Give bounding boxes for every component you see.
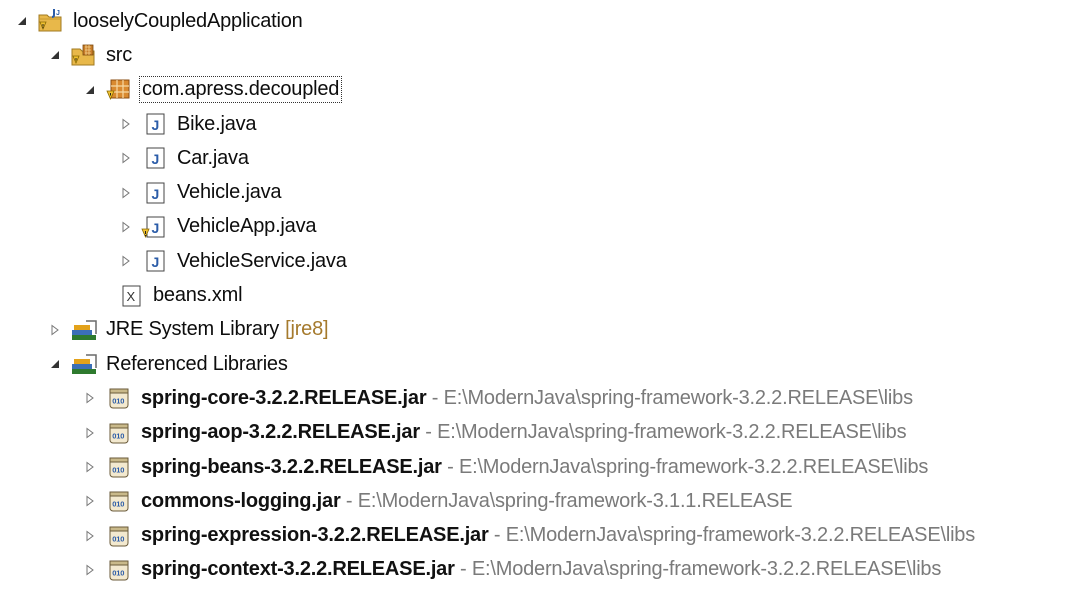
svg-text:010: 010: [112, 568, 124, 577]
jar-path: E:\ModernJava\spring-framework-3.2.2.REL…: [505, 524, 976, 547]
java-file-warning-icon: J: [141, 214, 169, 240]
file-label: Vehicle.java: [177, 181, 282, 204]
tree-item-project[interactable]: J looselyCoupledApplication: [0, 4, 1074, 38]
svg-text:010: 010: [112, 397, 124, 406]
tree-item-jar[interactable]: 010 spring-expression-3.2.2.RELEASE.jar …: [0, 518, 1074, 552]
jar-name: spring-context-3.2.2.RELEASE.jar: [141, 558, 455, 581]
source-folder-icon: [70, 42, 98, 68]
expand-arrow-icon[interactable]: [82, 390, 98, 406]
collapse-arrow-icon[interactable]: [82, 82, 98, 98]
file-label: Bike.java: [177, 112, 257, 135]
jre-label: JRE System Library: [106, 318, 280, 341]
tree-item-java-file[interactable]: J Vehicle.java: [0, 175, 1074, 209]
project-label: looselyCoupledApplication: [73, 9, 303, 32]
expand-arrow-icon[interactable]: [82, 459, 98, 475]
expand-arrow-icon[interactable]: [118, 219, 134, 235]
collapse-arrow-icon[interactable]: [47, 356, 63, 372]
file-label: VehicleService.java: [177, 249, 347, 272]
expand-arrow-icon[interactable]: [82, 493, 98, 509]
java-file-icon: J: [141, 248, 169, 274]
tree-item-jar[interactable]: 010 spring-aop-3.2.2.RELEASE.jar - E:\Mo…: [0, 416, 1074, 450]
java-file-icon: J: [141, 111, 169, 137]
jar-name: commons-logging.jar: [141, 489, 341, 512]
tree-item-jre-library[interactable]: JRE System Library [jre8]: [0, 313, 1074, 347]
tree-item-jar[interactable]: 010 spring-context-3.2.2.RELEASE.jar - E…: [0, 553, 1074, 587]
tree-item-java-file[interactable]: J Bike.java: [0, 107, 1074, 141]
jar-separator: -: [454, 558, 472, 581]
collapse-arrow-icon[interactable]: [14, 13, 30, 29]
java-file-icon: J: [141, 145, 169, 171]
expand-arrow-icon[interactable]: [118, 253, 134, 269]
tree-item-xml-file[interactable]: X beans.xml: [0, 278, 1074, 312]
jar-icon: 010: [105, 488, 133, 514]
referenced-libraries-label: Referenced Libraries: [106, 352, 288, 375]
jar-name: spring-aop-3.2.2.RELEASE.jar: [141, 421, 420, 444]
svg-text:J: J: [152, 151, 160, 167]
library-icon: [70, 317, 98, 343]
java-file-icon: J: [141, 180, 169, 206]
svg-text:J: J: [152, 220, 160, 236]
jar-name: spring-expression-3.2.2.RELEASE.jar: [141, 524, 489, 547]
expand-arrow-icon[interactable]: [118, 150, 134, 166]
jar-icon: 010: [105, 523, 133, 549]
jar-separator: -: [441, 455, 459, 478]
expand-arrow-icon[interactable]: [82, 528, 98, 544]
expand-arrow-icon[interactable]: [82, 425, 98, 441]
jar-separator: -: [340, 489, 358, 512]
jar-path: E:\ModernJava\spring-framework-3.2.2.REL…: [471, 558, 942, 581]
jar-name: spring-core-3.2.2.RELEASE.jar: [141, 386, 427, 409]
file-label: Car.java: [177, 146, 249, 169]
expand-arrow-icon[interactable]: [118, 185, 134, 201]
svg-text:X: X: [127, 289, 136, 304]
tree-item-jar[interactable]: 010 spring-beans-3.2.2.RELEASE.jar - E:\…: [0, 450, 1074, 484]
svg-text:010: 010: [112, 534, 124, 543]
svg-text:010: 010: [112, 431, 124, 440]
file-label: beans.xml: [153, 284, 243, 307]
svg-text:J: J: [56, 10, 60, 17]
jar-icon: 010: [105, 420, 133, 446]
src-label: src: [106, 43, 133, 66]
jar-path: E:\ModernJava\spring-framework-3.2.2.REL…: [437, 421, 907, 444]
jar-icon: 010: [105, 454, 133, 480]
package-explorer-tree: J looselyCoupledApplication src com.apre…: [0, 0, 1074, 589]
expand-arrow-icon[interactable]: [47, 322, 63, 338]
tree-item-package[interactable]: com.apress.decoupled: [0, 73, 1074, 107]
package-label: com.apress.decoupled: [138, 76, 343, 104]
jar-path: E:\ModernJava\spring-framework-3.2.2.REL…: [458, 455, 929, 478]
collapse-arrow-icon[interactable]: [47, 47, 63, 63]
tree-item-java-file[interactable]: J Car.java: [0, 141, 1074, 175]
svg-text:010: 010: [112, 466, 124, 475]
jar-icon: 010: [105, 385, 133, 411]
svg-text:J: J: [152, 117, 160, 133]
jar-icon: 010: [105, 557, 133, 583]
jar-path: E:\ModernJava\spring-framework-3.2.2.REL…: [443, 386, 913, 409]
tree-item-src[interactable]: src: [0, 38, 1074, 72]
tree-item-referenced-libraries[interactable]: Referenced Libraries: [0, 347, 1074, 381]
jar-path: E:\ModernJava\spring-framework-3.1.1.REL…: [357, 489, 793, 512]
library-icon: [70, 351, 98, 377]
package-icon: [105, 77, 133, 103]
jar-separator: -: [426, 386, 444, 409]
svg-text:J: J: [152, 186, 160, 202]
expand-arrow-icon[interactable]: [82, 562, 98, 578]
jre-version-decoration: [jre8]: [285, 318, 329, 341]
tree-item-java-file[interactable]: J VehicleService.java: [0, 244, 1074, 278]
svg-text:010: 010: [112, 500, 124, 509]
java-project-icon: J: [37, 8, 65, 34]
tree-item-java-file[interactable]: J VehicleApp.java: [0, 210, 1074, 244]
xml-file-icon: X: [117, 283, 145, 309]
tree-item-jar[interactable]: 010 commons-logging.jar - E:\ModernJava\…: [0, 484, 1074, 518]
svg-text:J: J: [152, 254, 160, 270]
jar-name: spring-beans-3.2.2.RELEASE.jar: [141, 455, 442, 478]
tree-item-jar[interactable]: 010 spring-core-3.2.2.RELEASE.jar - E:\M…: [0, 381, 1074, 415]
expand-arrow-icon[interactable]: [118, 116, 134, 132]
file-label: VehicleApp.java: [177, 215, 317, 238]
jar-separator: -: [488, 524, 506, 547]
jar-separator: -: [419, 421, 438, 444]
